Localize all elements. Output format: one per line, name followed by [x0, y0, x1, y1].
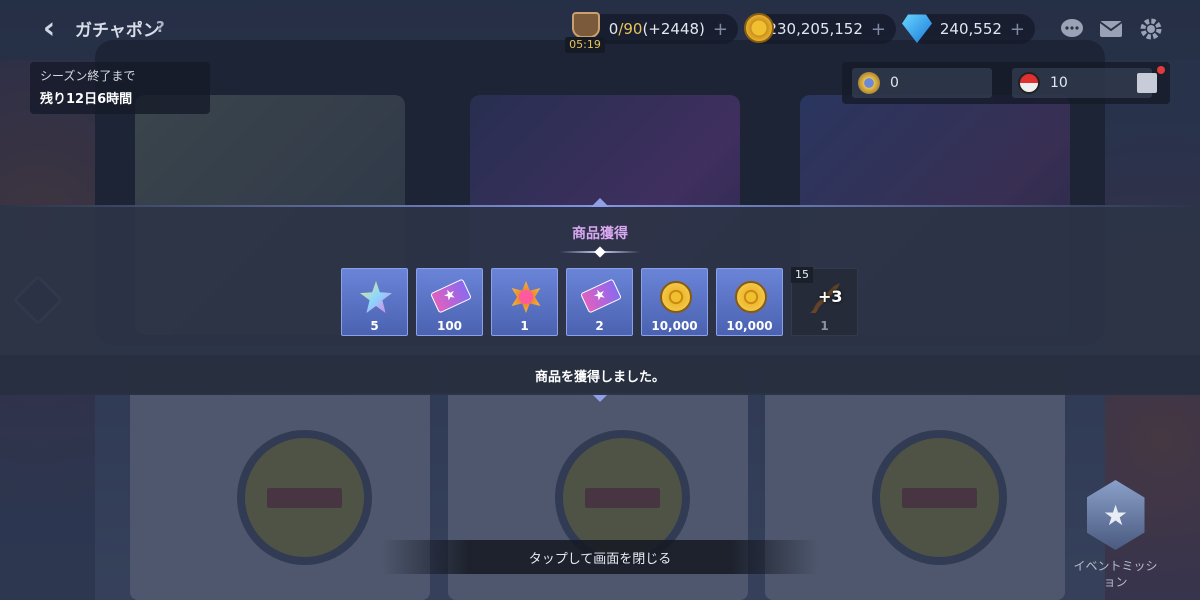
gear-icon[interactable]: [1138, 16, 1164, 42]
coin-token-counter: 0: [852, 68, 992, 98]
chat-icon[interactable]: [1059, 16, 1085, 42]
close-hint-bar[interactable]: タップして画面を閉じる: [382, 540, 818, 574]
event-mission-label: イベントミッション: [1073, 559, 1158, 589]
stamina-current: 0: [608, 20, 619, 38]
close-hint: タップして画面を閉じる: [528, 552, 672, 567]
reward-qty: 2: [595, 319, 604, 333]
add-coins-button[interactable]: +: [871, 19, 886, 40]
chevron-left-icon: ‹: [42, 10, 56, 46]
item-level-badge: 15: [791, 267, 813, 283]
gold-coin-icon: [744, 13, 774, 43]
gold-coin-icon: [735, 281, 767, 313]
event-mission-button[interactable]: ★ イベントミッション: [1068, 480, 1163, 600]
ticket-icon: [580, 278, 622, 314]
stamina-max: /90: [618, 20, 643, 38]
reward-modal: 商品獲得 5 100 1 2 10,000 10,000 +3: [0, 198, 1200, 402]
season-countdown: シーズン終了まで 残り12日6時間: [30, 62, 210, 114]
acquired-message-bar: 商品を獲得しました。: [0, 355, 1200, 395]
ball-token-value: 10: [1050, 75, 1068, 91]
reward-qty: 10,000: [651, 319, 698, 333]
star-crystal-icon: [360, 281, 392, 313]
reward-qty: 1: [520, 319, 529, 333]
add-gems-button[interactable]: +: [1010, 19, 1025, 40]
coin-value: 230,205,152: [767, 20, 863, 38]
acquired-message: 商品を獲得しました。: [534, 370, 665, 385]
gold-coin-icon: [660, 281, 692, 313]
reward-qty: 5: [370, 319, 379, 333]
reward-qty: 1: [820, 319, 829, 333]
help-icon[interactable]: ?: [156, 18, 165, 36]
gem-value: 240,552: [939, 20, 1002, 38]
season-remaining: 残り12日6時間: [40, 92, 133, 107]
reward-item[interactable]: 10,000: [641, 268, 708, 336]
gacha-coin-icon: [858, 72, 880, 94]
reward-item[interactable]: 2: [566, 268, 633, 336]
ticket-icon: [430, 278, 472, 314]
capsule-ball-icon: [1018, 72, 1040, 94]
reward-item[interactable]: 10,000: [716, 268, 783, 336]
orange-star-icon: [511, 281, 541, 313]
coin-token-value: 0: [890, 75, 899, 91]
stamina-timer: 05:19: [565, 37, 605, 53]
top-bar: ‹ ガチャポン ? 0/90(+2448) + 05:19 230,205,15…: [0, 0, 1200, 60]
gem-counter: 240,552 +: [910, 14, 1035, 44]
reward-qty: 100: [436, 319, 463, 333]
mail-icon[interactable]: [1098, 16, 1124, 42]
stamina-bonus: (+2448): [642, 20, 705, 38]
add-stamina-button[interactable]: +: [713, 19, 728, 40]
season-label: シーズン終了まで: [40, 69, 136, 83]
back-button[interactable]: ‹: [34, 10, 64, 46]
notification-dot: [1157, 66, 1165, 74]
gift-icon[interactable]: [1137, 73, 1157, 93]
enhance-level: +3: [818, 287, 843, 306]
reward-qty: 10,000: [726, 319, 773, 333]
reward-item-list: 5 100 1 2 10,000 10,000 +3 1: [341, 268, 858, 338]
reward-item[interactable]: 5: [341, 268, 408, 336]
coffee-cup-icon: [572, 12, 600, 38]
star-badge-icon: ★: [1086, 480, 1145, 550]
page-title: ガチャポン: [75, 21, 160, 41]
modal-title: 商品獲得: [572, 226, 628, 242]
token-panel: 0 10: [842, 62, 1170, 104]
reward-item[interactable]: 100: [416, 268, 483, 336]
title-divider: [560, 251, 640, 253]
ball-token-counter: 10: [1012, 68, 1152, 98]
reward-item[interactable]: 1: [491, 268, 558, 336]
